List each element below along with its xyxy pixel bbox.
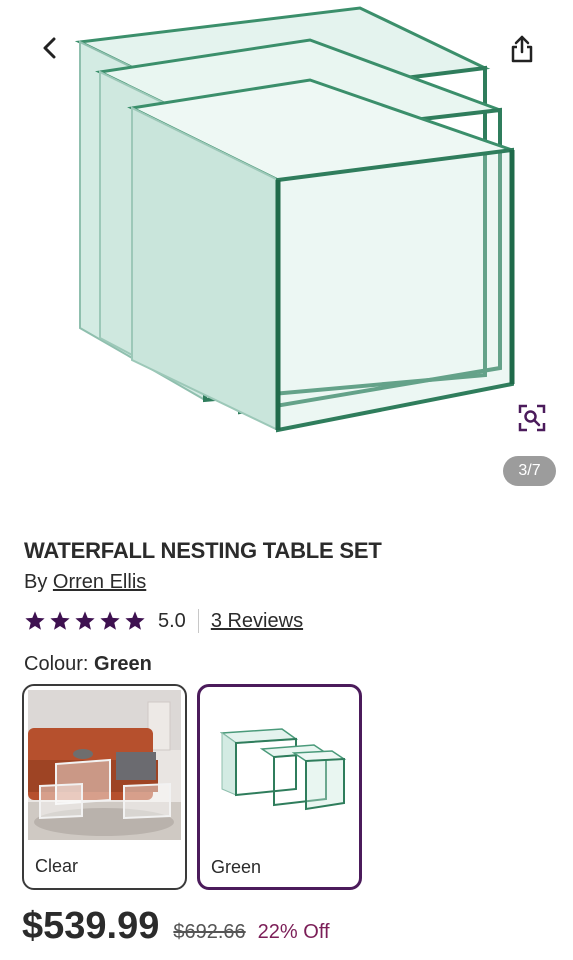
colour-swatch-green[interactable]: Green	[197, 684, 362, 890]
star-icon	[75, 611, 95, 630]
share-icon	[511, 35, 533, 63]
zoom-button[interactable]	[514, 400, 550, 436]
reviews-link[interactable]: 3 Reviews	[211, 610, 303, 633]
star-rating	[24, 610, 146, 632]
star-icon	[100, 611, 120, 630]
brand-link[interactable]: Orren Ellis	[53, 571, 146, 593]
discount-label: 22% Off	[257, 921, 330, 943]
swatch-label-clear: Clear	[35, 856, 79, 876]
swatch-label-green: Green	[211, 857, 262, 877]
product-image-gallery[interactable]: 3/7	[0, 0, 573, 505]
original-price: $692.66	[173, 921, 246, 943]
back-button[interactable]	[32, 30, 68, 66]
rating-divider	[197, 609, 199, 633]
chevron-left-icon	[43, 37, 56, 59]
star-icon	[125, 611, 145, 630]
selected-colour-value: Green	[94, 653, 152, 675]
colour-swatch-clear[interactable]: Clear	[22, 684, 187, 890]
price-row: $539.99 $692.66 22% Off	[22, 905, 330, 953]
product-title: WATERFALL NESTING TABLE SET	[24, 538, 382, 563]
byline-prefix: By	[24, 571, 48, 593]
share-button[interactable]	[505, 32, 539, 66]
colour-label-prefix: Colour:	[24, 653, 89, 675]
swatch-thumbnail-green	[204, 691, 357, 841]
image-counter-badge: 3/7	[503, 456, 556, 486]
zoom-icon	[518, 404, 546, 432]
swatch-thumbnail-clear	[28, 690, 181, 840]
star-icon	[25, 611, 45, 630]
rating-row: 5.0 3 Reviews	[24, 606, 303, 636]
current-price: $539.99	[22, 905, 160, 947]
colour-selector-label: Colour: Green	[24, 653, 152, 676]
rating-value: 5.0	[158, 609, 186, 632]
brand-byline: By Orren Ellis	[24, 571, 146, 594]
product-image	[74, 6, 515, 433]
star-icon	[50, 611, 70, 630]
